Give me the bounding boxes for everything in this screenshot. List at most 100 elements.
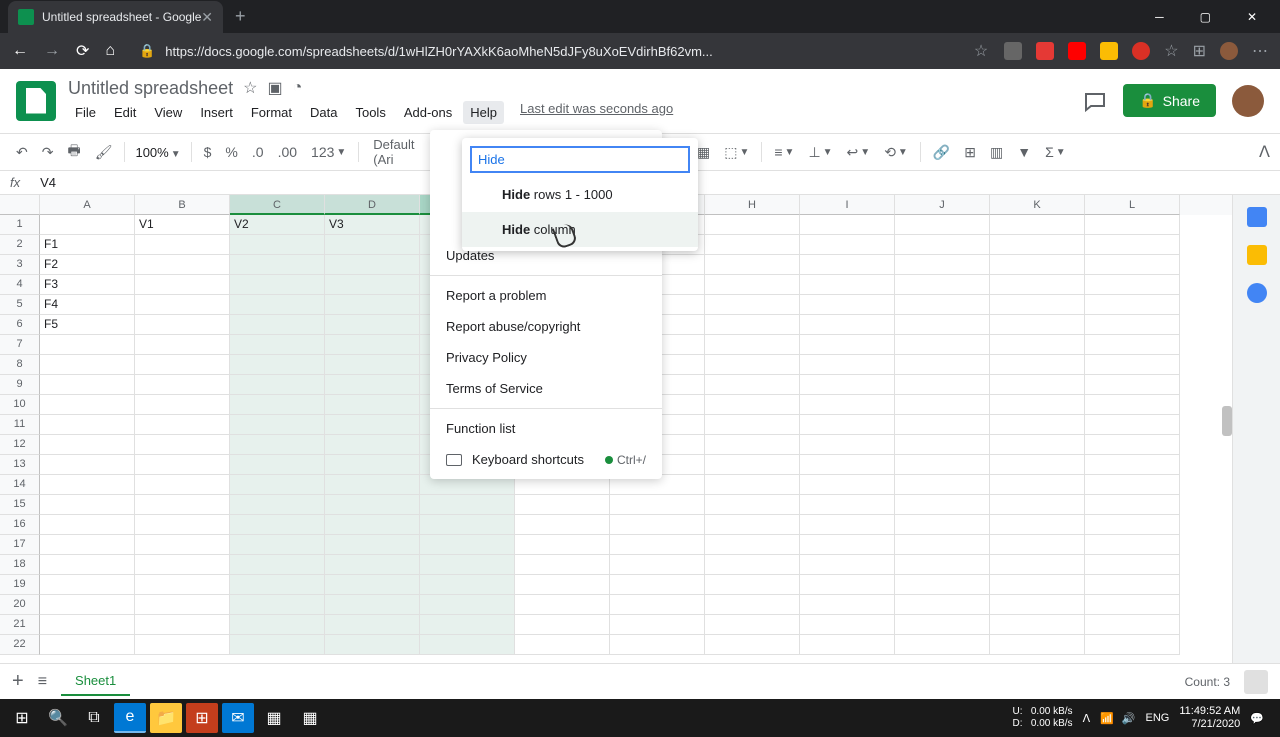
cell[interactable] (325, 435, 420, 455)
sheet-tab-sheet1[interactable]: Sheet1 (61, 667, 130, 696)
cell[interactable] (895, 455, 990, 475)
cell[interactable]: V2 (230, 215, 325, 235)
cell[interactable] (325, 255, 420, 275)
cell[interactable] (40, 635, 135, 655)
cell[interactable] (40, 615, 135, 635)
cell[interactable] (135, 355, 230, 375)
search-result-hide-rows[interactable]: Hide rows 1 - 1000 (462, 177, 698, 212)
merge-button[interactable]: ⬚▼ (718, 140, 755, 165)
cell[interactable] (325, 415, 420, 435)
paint-format-button[interactable]: 🖌 (89, 140, 119, 165)
column-header[interactable]: C (230, 195, 325, 215)
cell[interactable] (990, 595, 1085, 615)
cell[interactable] (895, 355, 990, 375)
ext-icon[interactable] (1036, 42, 1054, 60)
mail-taskbar-icon[interactable]: ✉ (222, 703, 254, 733)
cell[interactable] (325, 275, 420, 295)
cell[interactable] (990, 295, 1085, 315)
row-header[interactable]: 22 (0, 635, 40, 655)
cell[interactable] (990, 235, 1085, 255)
cell[interactable] (230, 535, 325, 555)
cell[interactable] (135, 375, 230, 395)
row-header[interactable]: 20 (0, 595, 40, 615)
cell[interactable] (515, 575, 610, 595)
cell[interactable] (325, 315, 420, 335)
cell[interactable] (800, 515, 895, 535)
search-result-hide-column[interactable]: Hide column (462, 212, 698, 247)
row-header[interactable]: 18 (0, 555, 40, 575)
cell[interactable] (325, 295, 420, 315)
url-box[interactable]: 🔒 https://docs.google.com/spreadsheets/d… (131, 43, 958, 59)
cell[interactable] (1085, 615, 1180, 635)
selection-count[interactable]: Count: 3 (1185, 675, 1230, 689)
row-header[interactable]: 2 (0, 235, 40, 255)
cell[interactable] (420, 555, 515, 575)
cell[interactable] (800, 575, 895, 595)
row-header[interactable]: 9 (0, 375, 40, 395)
cell[interactable] (230, 455, 325, 475)
cell[interactable] (40, 495, 135, 515)
cell[interactable] (800, 235, 895, 255)
row-header[interactable]: 1 (0, 215, 40, 235)
cell[interactable] (705, 315, 800, 335)
star-icon[interactable]: ☆ (243, 78, 257, 98)
cell[interactable] (135, 535, 230, 555)
cell[interactable] (135, 575, 230, 595)
help-report-problem[interactable]: Report a problem (430, 280, 662, 311)
doc-title[interactable]: Untitled spreadsheet (68, 78, 233, 99)
cell[interactable] (40, 595, 135, 615)
functions-button[interactable]: Σ▼ (1039, 140, 1072, 164)
cell[interactable] (515, 535, 610, 555)
cell[interactable] (420, 615, 515, 635)
tasks-icon[interactable] (1247, 283, 1267, 303)
cell[interactable] (1085, 235, 1180, 255)
new-tab-button[interactable]: + (235, 6, 246, 27)
cell[interactable] (800, 555, 895, 575)
cell[interactable] (800, 335, 895, 355)
column-header[interactable]: J (895, 195, 990, 215)
row-header[interactable]: 8 (0, 355, 40, 375)
cell[interactable] (135, 295, 230, 315)
help-search-input[interactable] (470, 146, 690, 173)
cell[interactable] (515, 635, 610, 655)
cell[interactable] (40, 575, 135, 595)
share-button[interactable]: 🔒 Share (1123, 84, 1216, 117)
cell[interactable] (895, 335, 990, 355)
close-button[interactable]: ✕ (1239, 6, 1265, 28)
calendar-icon[interactable] (1247, 207, 1267, 227)
cell[interactable] (895, 575, 990, 595)
cell[interactable] (895, 395, 990, 415)
minimize-button[interactable]: ─ (1147, 6, 1172, 28)
cell[interactable] (135, 495, 230, 515)
cell[interactable] (420, 575, 515, 595)
cell[interactable] (990, 415, 1085, 435)
all-sheets-button[interactable]: ≡ (38, 673, 47, 691)
undo-button[interactable]: ↶ (10, 140, 34, 165)
menu-addons[interactable]: Add-ons (397, 101, 459, 124)
cell[interactable] (420, 495, 515, 515)
cell-reference[interactable]: V4 (40, 175, 56, 190)
cell[interactable] (610, 615, 705, 635)
cell[interactable]: F1 (40, 235, 135, 255)
cell[interactable]: V1 (135, 215, 230, 235)
cell[interactable] (40, 435, 135, 455)
cell[interactable] (420, 635, 515, 655)
start-button[interactable]: ⊞ (6, 703, 38, 733)
cell[interactable]: V3 (325, 215, 420, 235)
cell[interactable] (800, 495, 895, 515)
row-header[interactable]: 15 (0, 495, 40, 515)
cell[interactable] (990, 215, 1085, 235)
row-header[interactable]: 17 (0, 535, 40, 555)
cell[interactable] (325, 395, 420, 415)
cell[interactable] (40, 555, 135, 575)
cell[interactable] (515, 595, 610, 615)
cell[interactable] (1085, 575, 1180, 595)
cell[interactable] (135, 235, 230, 255)
cell[interactable] (990, 255, 1085, 275)
clock[interactable]: 11:49:52 AM 7/21/2020 (1179, 705, 1240, 731)
cell[interactable] (990, 615, 1085, 635)
cell[interactable] (990, 575, 1085, 595)
cell[interactable] (135, 335, 230, 355)
cell[interactable] (800, 535, 895, 555)
cell[interactable] (1085, 595, 1180, 615)
